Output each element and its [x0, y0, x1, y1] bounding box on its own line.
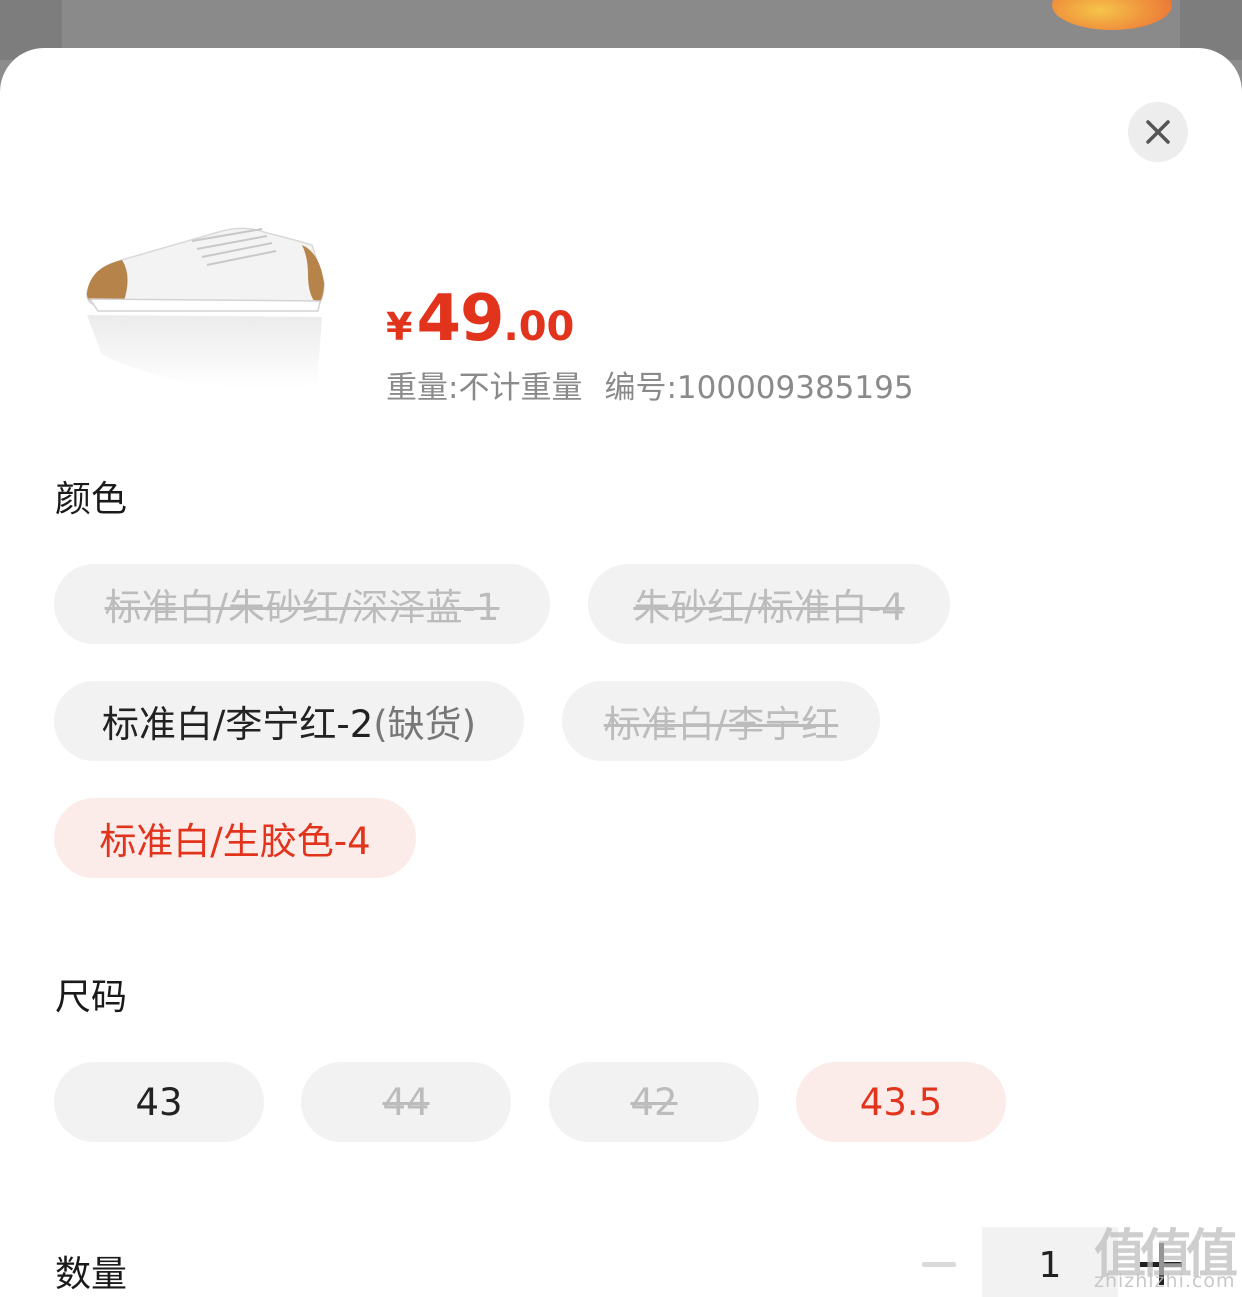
close-icon — [1146, 120, 1170, 144]
price-integer: 49 — [416, 282, 504, 356]
sku-number: 编号:100009385195 — [604, 370, 914, 406]
quantity-value: 1 — [1038, 1244, 1062, 1286]
size-option-selected[interactable]: 43.5 — [796, 1062, 1006, 1142]
color-option-label: 标准白/朱砂红/深泽蓝-1 — [104, 586, 500, 629]
out-of-stock-label: (缺货) — [373, 703, 477, 746]
watermark-url: zhizhizhi.com — [1094, 1270, 1236, 1292]
price-decimal: .00 — [503, 304, 575, 350]
price-currency: ¥ — [386, 305, 413, 349]
price: ¥49.00 — [386, 282, 574, 356]
product-image — [86, 227, 325, 389]
color-option-selected[interactable]: 标准白/生胶色-4 — [54, 798, 416, 878]
minus-icon[interactable] — [922, 1262, 956, 1267]
color-option[interactable]: 朱砂红/标准白-4 — [588, 564, 950, 644]
size-option[interactable]: 44 — [301, 1062, 511, 1142]
color-option-label: 朱砂红/标准白-4 — [633, 586, 905, 629]
color-option[interactable]: 标准白/李宁红 — [562, 681, 880, 761]
product-meta: 重量:不计重量 编号:100009385195 — [386, 362, 914, 407]
color-option-label: 标准白/李宁红-2 — [101, 703, 374, 746]
size-section-title: 尺码 — [55, 977, 128, 1018]
color-option[interactable]: 标准白/朱砂红/深泽蓝-1 — [54, 564, 550, 644]
weight-text: 重量:不计重量 — [386, 370, 583, 406]
size-option-label: 44 — [382, 1080, 430, 1124]
size-option[interactable]: 43 — [54, 1062, 264, 1142]
color-option[interactable]: 标准白/李宁红-2 (缺货) — [54, 681, 524, 761]
size-option-label: 43.5 — [859, 1080, 943, 1124]
size-option-label: 43 — [135, 1080, 183, 1124]
quantity-section-title: 数量 — [55, 1254, 128, 1295]
color-option-label: 标准白/李宁红 — [603, 703, 839, 746]
color-option-label: 标准白/生胶色-4 — [99, 820, 371, 863]
size-option-label: 42 — [630, 1080, 678, 1124]
watermark: 值 值 值 zhizhizhi.com — [1094, 1212, 1238, 1292]
color-section-title: 颜色 — [55, 479, 128, 520]
close-button[interactable] — [1128, 102, 1188, 162]
size-option[interactable]: 42 — [549, 1062, 759, 1142]
